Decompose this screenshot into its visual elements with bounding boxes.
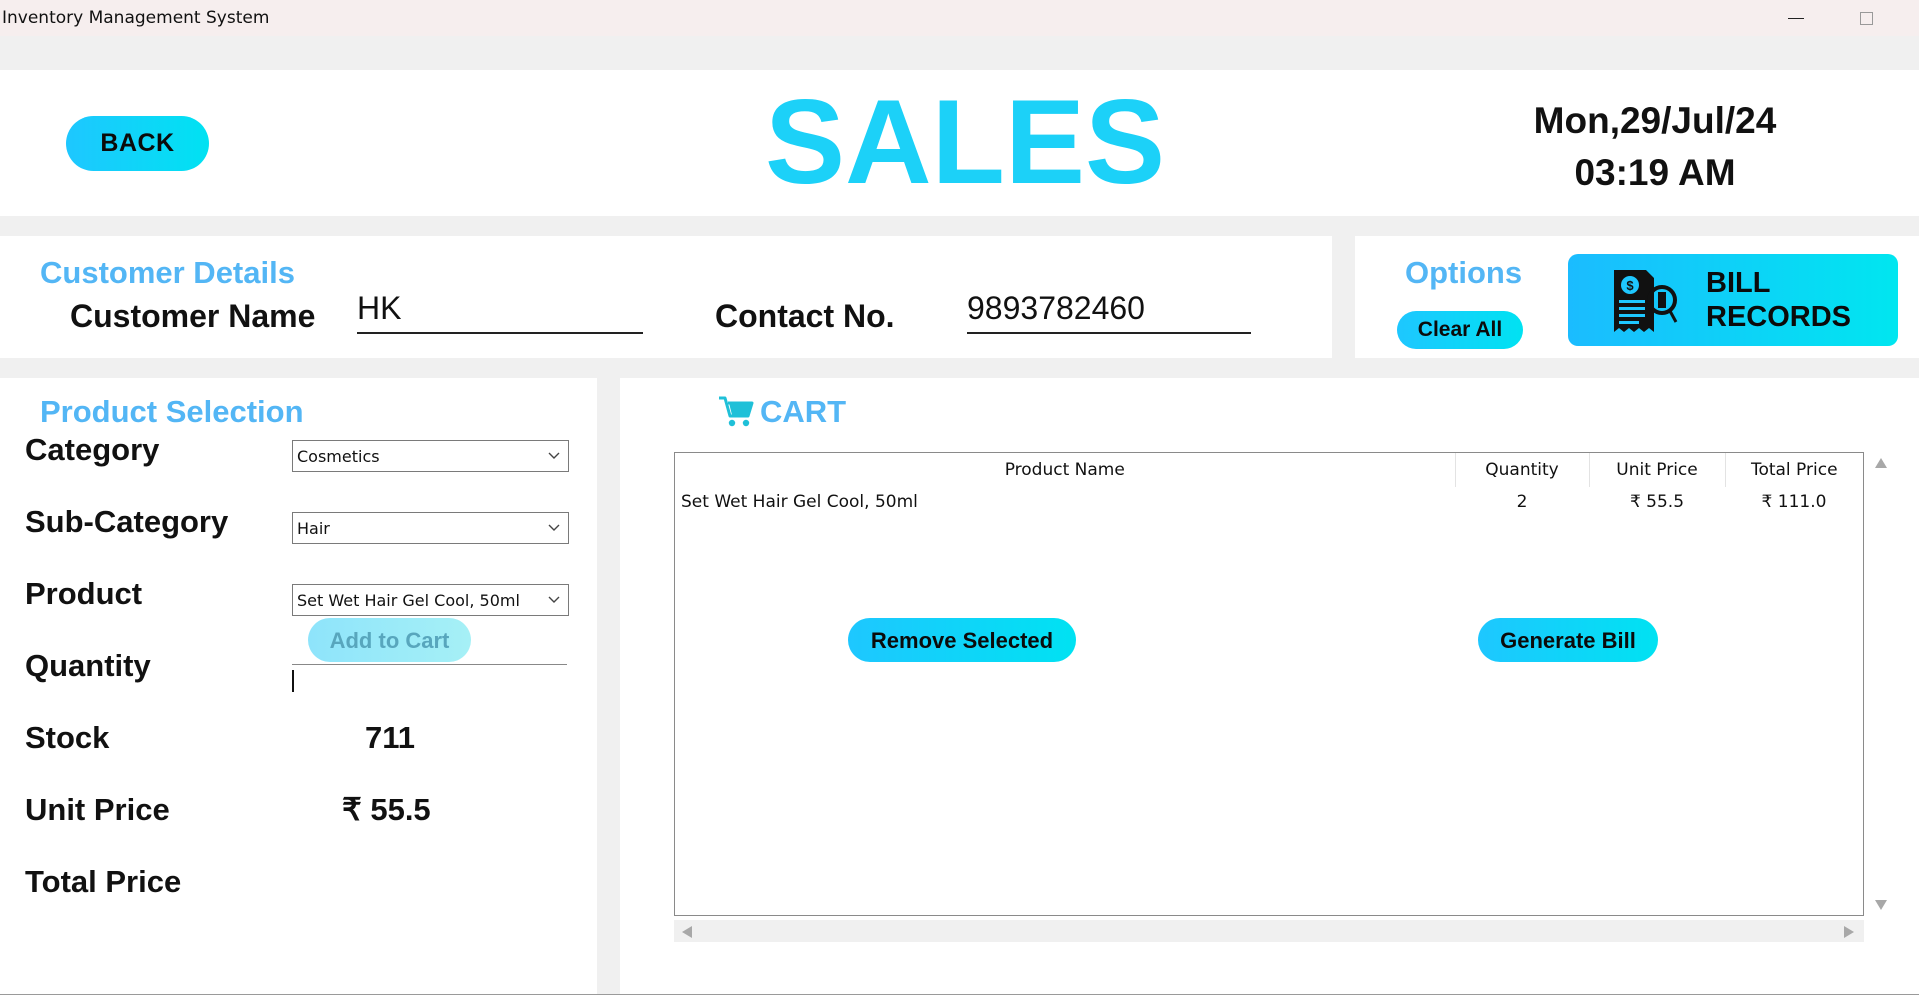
quantity-input[interactable] (292, 664, 567, 700)
product-label: Product (25, 576, 143, 611)
remove-selected-button[interactable]: Remove Selected (848, 618, 1076, 662)
bill-records-label-line2: RECORDS (1706, 301, 1852, 333)
svg-text:$: $ (1626, 278, 1634, 293)
maximize-icon (1859, 11, 1873, 25)
stock-label: Stock (25, 720, 110, 755)
cell-product-name: Set Wet Hair Gel Cool, 50ml (681, 492, 918, 512)
category-label: Category (25, 432, 160, 467)
bill-records-label-line1: BILL (1706, 267, 1771, 299)
cart-icon (719, 396, 754, 427)
product-select-value: Set Wet Hair Gel Cool, 50ml (297, 590, 520, 610)
back-button[interactable]: BACK (66, 116, 209, 171)
product-selection-panel: Product Selection Category Cosmetics Sub… (0, 378, 597, 998)
quantity-label: Quantity (25, 648, 151, 683)
scroll-left-icon[interactable] (682, 926, 692, 938)
customer-details-title: Customer Details (40, 255, 295, 290)
subcategory-label: Sub-Category (25, 504, 229, 539)
customer-name-input[interactable] (357, 284, 643, 334)
vertical-scrollbar[interactable] (1870, 452, 1892, 916)
stock-value: 711 (365, 720, 416, 755)
cart-title-label: CART (760, 394, 847, 429)
scroll-down-icon[interactable] (1875, 900, 1887, 910)
page-title: SALES (764, 75, 1166, 209)
customer-details-panel: Customer Details Customer Name Contact N… (0, 236, 1332, 358)
category-select[interactable]: Cosmetics (292, 440, 569, 472)
add-to-cart-button[interactable]: Add to Cart (308, 618, 471, 662)
generate-bill-button[interactable]: Generate Bill (1478, 618, 1658, 662)
unit-price-value: ₹ 55.5 (342, 792, 431, 827)
cart-table-header: Product Name Quantity Unit Price Total P… (675, 453, 1863, 487)
subcategory-select[interactable]: Hair (292, 512, 569, 544)
cart-table-grid: Product Name Quantity Unit Price Total P… (675, 453, 1863, 517)
chevron-down-icon (540, 513, 568, 543)
options-title: Options (1405, 255, 1523, 290)
product-select[interactable]: Set Wet Hair Gel Cool, 50ml (292, 584, 569, 616)
bill-records-button[interactable]: $ BILL RECORDS (1568, 254, 1898, 346)
text-caret (292, 670, 294, 692)
column-header-total-price[interactable]: Total Price (1725, 453, 1863, 487)
chevron-down-icon (540, 441, 568, 471)
unit-price-label: Unit Price (25, 792, 170, 827)
table-row[interactable]: Set Wet Hair Gel Cool, 50ml 2 ₹ 55.5 ₹ 1… (675, 487, 1863, 517)
clear-all-button[interactable]: Clear All (1397, 311, 1523, 349)
horizontal-scrollbar[interactable] (674, 920, 1864, 942)
contact-number-input[interactable] (967, 284, 1251, 334)
cart-panel: CART Product Name Quantity Unit Price To… (620, 378, 1919, 998)
cell-unit-price: ₹ 55.5 (1629, 492, 1685, 512)
window-titlebar: Inventory Management System (0, 0, 1919, 36)
cell-quantity: 2 (1516, 492, 1528, 512)
cell-total-price: ₹ 111.0 (1761, 492, 1827, 512)
options-panel: Options Clear All $ BILL RECORDS (1355, 236, 1919, 358)
scroll-up-icon[interactable] (1875, 458, 1887, 468)
minimize-button[interactable] (1768, 0, 1824, 36)
cart-title: CART (718, 394, 846, 430)
bill-records-icon: $ (1614, 270, 1678, 332)
column-header-product-name[interactable]: Product Name (675, 453, 1456, 487)
cart-table[interactable]: Product Name Quantity Unit Price Total P… (674, 452, 1864, 916)
total-price-label: Total Price (25, 864, 182, 899)
app-canvas: BACK SALES Mon,29/Jul/24 03:19 AM Custom… (0, 36, 1919, 998)
bill-records-label: BILL RECORDS (1706, 266, 1851, 334)
column-header-unit-price[interactable]: Unit Price (1589, 453, 1726, 487)
date-display: Mon,29/Jul/24 (1533, 100, 1777, 141)
column-header-quantity[interactable]: Quantity (1455, 453, 1590, 487)
time-display: 03:19 AM (1574, 152, 1736, 193)
contact-number-label: Contact No. (715, 298, 895, 334)
customer-name-label: Customer Name (70, 298, 316, 334)
scroll-right-icon[interactable] (1844, 926, 1854, 938)
minimize-icon (1788, 17, 1804, 19)
category-select-value: Cosmetics (297, 446, 380, 466)
chevron-down-icon (540, 585, 568, 615)
subcategory-select-value: Hair (297, 518, 330, 538)
window-title: Inventory Management System (2, 8, 270, 28)
header-panel: BACK SALES Mon,29/Jul/24 03:19 AM (0, 70, 1919, 216)
product-selection-title: Product Selection (40, 394, 304, 429)
maximize-button[interactable] (1838, 0, 1894, 36)
